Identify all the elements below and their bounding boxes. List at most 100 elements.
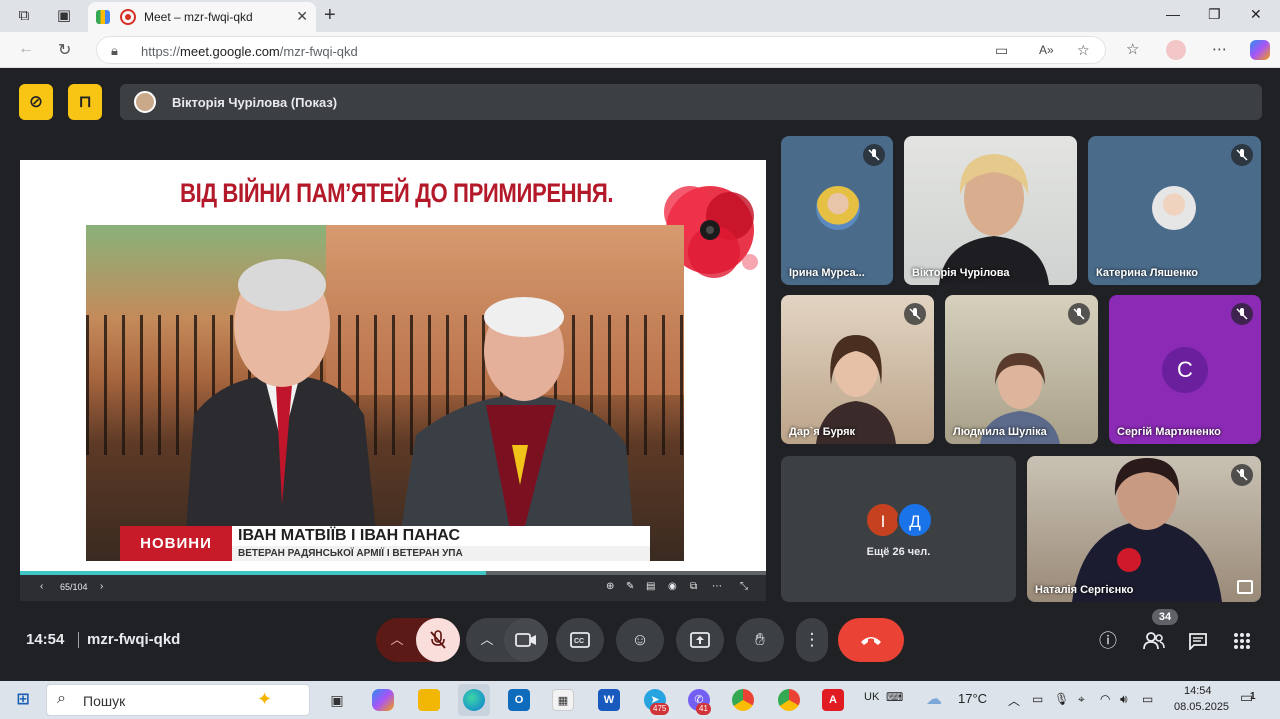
presenter-avatar [134, 91, 156, 113]
weather-cloud-icon[interactable]: ☁ [926, 689, 942, 709]
participant-tile[interactable]: С Сергій Мартиненко [1109, 295, 1261, 444]
participant-tile[interactable]: Дар`я Буряк [781, 295, 934, 444]
participant-tile[interactable]: Вікторія Чурілова [904, 136, 1077, 285]
window-close-icon[interactable]: ✕ [1250, 6, 1262, 23]
more-menu-icon[interactable]: ⋯ [1212, 40, 1227, 58]
notifications-count: 1 [1250, 691, 1256, 702]
presentation-off-icon[interactable]: ⊘ [19, 84, 53, 120]
participant-video [1072, 458, 1222, 602]
chrome-icon[interactable] [732, 689, 754, 711]
next-slide-icon[interactable]: › [100, 581, 103, 592]
location-icon[interactable]: ⌖ [1078, 692, 1085, 707]
url-text: https://meet.google.com/mzr-fwqi-qkd [141, 44, 358, 59]
favorites-icon[interactable]: ☆ [1126, 40, 1139, 58]
chrome-profile-icon[interactable] [778, 689, 800, 711]
zoom-icon[interactable]: ⊕ [606, 581, 614, 592]
meeting-info-icon[interactable]: ⓘ [1094, 627, 1122, 655]
muted-mic-icon [1231, 303, 1253, 325]
taskbar-date[interactable]: 08.05.2025 [1174, 701, 1229, 713]
present-screen-button[interactable] [676, 618, 724, 662]
vertical-tabs-icon[interactable]: ▣ [54, 6, 74, 26]
avatar-initial: Д [897, 502, 933, 538]
captions-button[interactable]: CC [556, 618, 604, 662]
more-options-button[interactable]: ⋮ [796, 618, 828, 662]
outlook-icon[interactable]: O [508, 689, 530, 711]
broadcast-icon[interactable]: ◉ [668, 581, 677, 592]
mic-control: ︿ [376, 618, 460, 662]
mic-tray-icon[interactable]: 🎙︎ [1054, 692, 1069, 706]
weather-temp[interactable]: 17°C [958, 691, 987, 706]
copilot-icon[interactable] [1250, 40, 1270, 60]
slide-title: ВІД ВІЙНИ ПАМ’ЯТЕЙ ДО ПРИМИРЕННЯ. [180, 178, 614, 208]
reload-icon[interactable]: ↻ [58, 40, 71, 60]
tab-close-icon[interactable]: ✕ [296, 8, 308, 25]
raise-hand-button[interactable]: ✋︎ [736, 618, 784, 662]
meet-favicon-icon [96, 10, 110, 24]
profile-avatar[interactable] [1166, 40, 1186, 60]
participant-tile[interactable]: Ірина Мурса... [781, 136, 893, 285]
url-field[interactable]: 🔒︎ https://meet.google.com/mzr-fwqi-qkd … [96, 36, 1106, 64]
present-layout-icon[interactable]: ⊓ [68, 84, 102, 120]
veteran-left [184, 259, 379, 561]
svg-text:CC: CC [574, 638, 584, 645]
muted-mic-icon [1231, 144, 1253, 166]
camera-options-chevron-icon[interactable]: ︿ [476, 618, 498, 662]
captions-icon[interactable]: ▤ [646, 581, 655, 592]
tab-meet[interactable]: Meet – mzr-fwqi-qkd ✕ [88, 2, 316, 32]
veterans-photo [86, 225, 684, 561]
participant-tile[interactable]: Катерина Ляшенко [1088, 136, 1261, 285]
meet-tray-icon[interactable]: ▭ [1032, 692, 1043, 706]
mic-off-button[interactable] [416, 618, 460, 662]
volume-icon[interactable]: 🔊︎ [1120, 692, 1128, 707]
input-language[interactable]: UK [864, 691, 879, 703]
others-count: Ещё 26 чел. [866, 546, 931, 558]
activities-grid-icon[interactable] [1228, 627, 1256, 655]
favorite-star-icon[interactable]: ☆ [1077, 42, 1090, 59]
participant-name: Людмила Шуліка [953, 426, 1047, 438]
prev-slide-icon[interactable]: ‹ [40, 581, 43, 592]
minimize-icon[interactable]: — [1166, 6, 1180, 22]
wifi-icon[interactable]: ◠ [1100, 692, 1110, 706]
mic-options-chevron-icon[interactable]: ︿ [386, 618, 408, 662]
acrobat-icon[interactable]: A [822, 689, 844, 711]
recording-icon [120, 9, 136, 25]
slide-more-icon[interactable]: ⋯ [712, 581, 722, 592]
participant-name: Катерина Ляшенко [1096, 267, 1198, 279]
people-icon[interactable] [1140, 627, 1168, 655]
taskbar-search[interactable]: ⌕ Пошук ✦ [46, 684, 310, 716]
camera-button[interactable] [504, 618, 548, 662]
participant-tile[interactable]: Людмила Шуліка [945, 295, 1098, 444]
store-icon[interactable]: ▦ [552, 689, 574, 711]
battery-icon[interactable]: ▭ [1142, 692, 1153, 706]
new-tab-button[interactable]: + [324, 4, 336, 27]
taskbar-time[interactable]: 14:54 [1184, 685, 1212, 697]
pin-icon[interactable] [1237, 580, 1253, 594]
edge-browser-icon[interactable] [463, 689, 485, 711]
maximize-icon[interactable]: ❐ [1208, 6, 1221, 23]
others-tile[interactable]: І Д Ещё 26 чел. [781, 456, 1016, 602]
workspaces-icon[interactable]: ⧉ [14, 6, 34, 26]
emoji-reactions-button[interactable]: ☺ [616, 618, 664, 662]
file-explorer-icon[interactable] [418, 689, 440, 711]
task-view-icon[interactable]: ▣ [326, 689, 348, 711]
pen-icon[interactable]: ✎ [626, 581, 634, 592]
copilot-app-icon[interactable] [372, 689, 394, 711]
more-vertical-icon: ⋮ [803, 630, 821, 649]
tray-overflow-icon[interactable]: ︿ [1008, 692, 1020, 709]
pip-icon[interactable]: ⧉ [690, 581, 697, 592]
end-call-button[interactable] [838, 618, 904, 662]
keyboard-icon[interactable]: ⌨ [886, 690, 903, 704]
search-placeholder: Пошук [83, 693, 126, 709]
slide-page-counter: 65/104 [60, 582, 88, 592]
word-icon[interactable]: W [598, 689, 620, 711]
veteran-right [396, 297, 636, 561]
chat-icon[interactable] [1184, 627, 1212, 655]
camera-in-use-icon[interactable]: ▭ [995, 42, 1008, 59]
windows-start-icon[interactable]: ⊞ [12, 689, 34, 711]
exit-fullscreen-icon[interactable]: ⤡ [740, 581, 748, 592]
shared-slide: ВІД ВІЙНИ ПАМ’ЯТЕЙ ДО ПРИМИРЕННЯ. НОВИНИ… [20, 160, 766, 575]
participant-tile[interactable]: Наталія Сергієнко [1027, 456, 1261, 602]
back-arrow-icon[interactable]: ← [18, 40, 34, 58]
read-aloud-icon[interactable]: A» [1039, 43, 1054, 57]
avatar [1152, 186, 1196, 230]
